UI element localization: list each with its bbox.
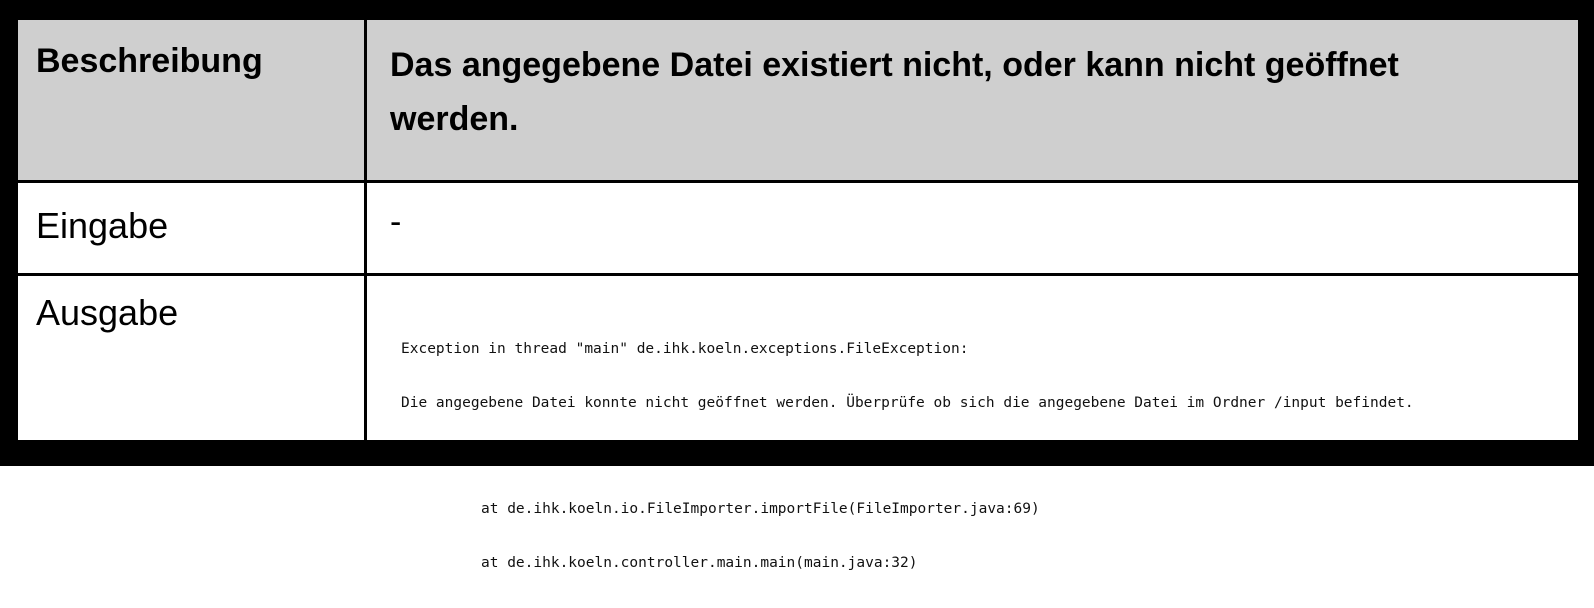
beschreibung-value: Das angegebene Datei existiert nicht, od… xyxy=(390,46,1399,138)
console-output: Exception in thread "main" de.ihk.koeln.… xyxy=(401,304,1414,608)
table-row-ausgabe: Ausgabe Exception in thread "main" de.ih… xyxy=(18,276,1578,571)
row-divider xyxy=(18,180,1578,183)
column-divider xyxy=(364,20,367,440)
exception-message-line: Die angegebene Datei konnte nicht geöffn… xyxy=(401,395,1414,411)
exception-line: Exception in thread "main" de.ihk.koeln.… xyxy=(401,341,969,357)
row-divider xyxy=(18,273,1578,276)
stack-trace-line: at de.ihk.koeln.controller.main.main(mai… xyxy=(481,555,918,571)
error-description-table: Beschreibung Das angegebene Datei existi… xyxy=(18,20,1578,571)
beschreibung-label: Beschreibung xyxy=(36,42,263,80)
ausgabe-label: Ausgabe xyxy=(36,292,179,333)
console-gap xyxy=(401,448,1414,464)
table-frame: Beschreibung Das angegebene Datei existi… xyxy=(0,0,1594,571)
table-row-beschreibung: Beschreibung Das angegebene Datei existi… xyxy=(18,20,1578,180)
table-row-eingabe: Eingabe - xyxy=(18,183,1578,273)
eingabe-value: - xyxy=(390,203,402,241)
stack-trace-line: at de.ihk.koeln.io.FileImporter.importFi… xyxy=(481,501,1040,517)
eingabe-label: Eingabe xyxy=(36,205,169,246)
